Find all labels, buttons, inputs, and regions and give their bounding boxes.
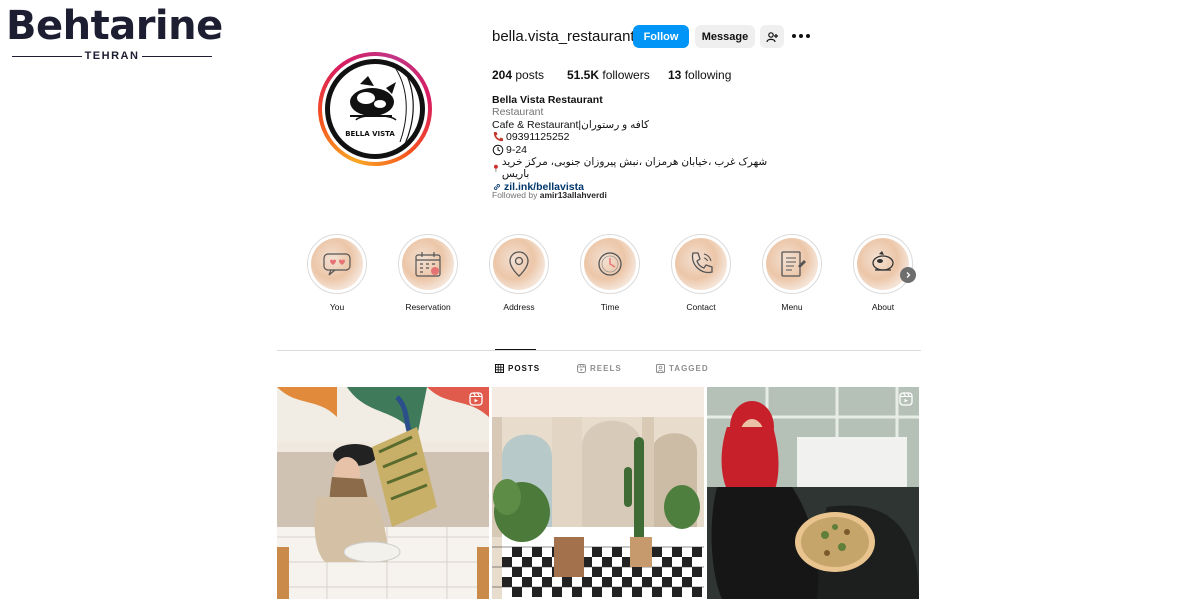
highlight-menu[interactable]: Menu	[762, 234, 822, 312]
followers-stat[interactable]: 51.5K followers	[567, 68, 668, 82]
clock-emoji-icon	[492, 144, 504, 156]
post-image	[277, 387, 489, 599]
highlight-time[interactable]: Time	[580, 234, 640, 312]
reels-icon	[899, 392, 913, 406]
highlight-contact[interactable]: Contact	[671, 234, 731, 312]
profile-username: bella.vista_restaurant	[492, 28, 635, 45]
bio-name: Bella Vista Restaurant	[492, 94, 603, 106]
chevron-right-icon	[906, 272, 911, 278]
message-button[interactable]: Message	[695, 25, 755, 48]
suggest-people-button[interactable]	[760, 25, 784, 48]
reels-icon	[469, 392, 483, 406]
post-image	[707, 387, 919, 599]
post-thumbnail[interactable]	[277, 387, 489, 599]
bio-line: Cafe & Restaurant|کافه و رستوران	[492, 118, 650, 131]
highlight-reservation[interactable]: Reservation	[398, 234, 458, 312]
restaurant-logo-icon: BELLA VISTA	[345, 64, 414, 145]
highlight-you[interactable]: You	[307, 234, 367, 312]
profile-avatar-ring[interactable]: BELLA VISTA	[318, 52, 432, 166]
follow-button[interactable]: Follow	[633, 25, 689, 48]
bio-address-line: شهرک غرب ،خیابان هرمزان ،نبش پیروزان جنو…	[492, 156, 792, 181]
post-image	[492, 387, 704, 599]
profile-bio: Bella Vista Restaurant Restaurant Cafe &…	[492, 94, 792, 193]
tab-tagged[interactable]: TAGGED	[656, 364, 709, 373]
post-thumbnail[interactable]	[707, 387, 919, 599]
bio-category: Restaurant	[492, 106, 544, 119]
pushpin-icon	[493, 165, 498, 173]
following-stat[interactable]: 13 following	[668, 68, 731, 82]
watermark-brand: Behtarine	[6, 3, 223, 49]
bio-hours-line: 9-24	[492, 144, 792, 156]
grid-icon	[495, 364, 504, 373]
posts-stat[interactable]: 204 posts	[492, 68, 567, 82]
calendar-icon	[415, 252, 441, 277]
phone-icon	[691, 252, 713, 274]
phone-receiver-icon	[493, 132, 503, 142]
post-thumbnail[interactable]	[492, 387, 704, 599]
watermark-logo: Behtarine TEHRAN	[6, 3, 223, 62]
watermark-divider	[142, 56, 212, 57]
clock-icon	[598, 252, 622, 276]
menu-icon	[781, 251, 806, 277]
highlights-next-button[interactable]	[900, 267, 916, 283]
active-tab-indicator	[495, 349, 536, 350]
tab-reels[interactable]: REELS	[577, 364, 622, 373]
reels-icon	[577, 364, 586, 373]
tabs-divider	[277, 350, 921, 351]
add-person-icon	[766, 31, 778, 42]
restaurant-logo-icon	[872, 251, 894, 271]
more-options-icon[interactable]	[792, 31, 810, 41]
followed-by-text[interactable]: Followed by amir13allahverdi	[492, 190, 607, 200]
chat-hearts-icon	[323, 253, 351, 276]
tab-posts[interactable]: POSTS	[495, 364, 540, 373]
profile-stats: 204 posts 51.5K followers 13 following	[492, 68, 731, 82]
highlight-address[interactable]: Address	[489, 234, 549, 312]
bio-phone-line: 09391125252	[492, 131, 792, 143]
tagged-icon	[656, 364, 665, 373]
map-pin-icon	[509, 251, 529, 277]
profile-avatar[interactable]: BELLA VISTA	[325, 59, 425, 159]
avatar-text: BELLA VISTA	[345, 130, 395, 138]
